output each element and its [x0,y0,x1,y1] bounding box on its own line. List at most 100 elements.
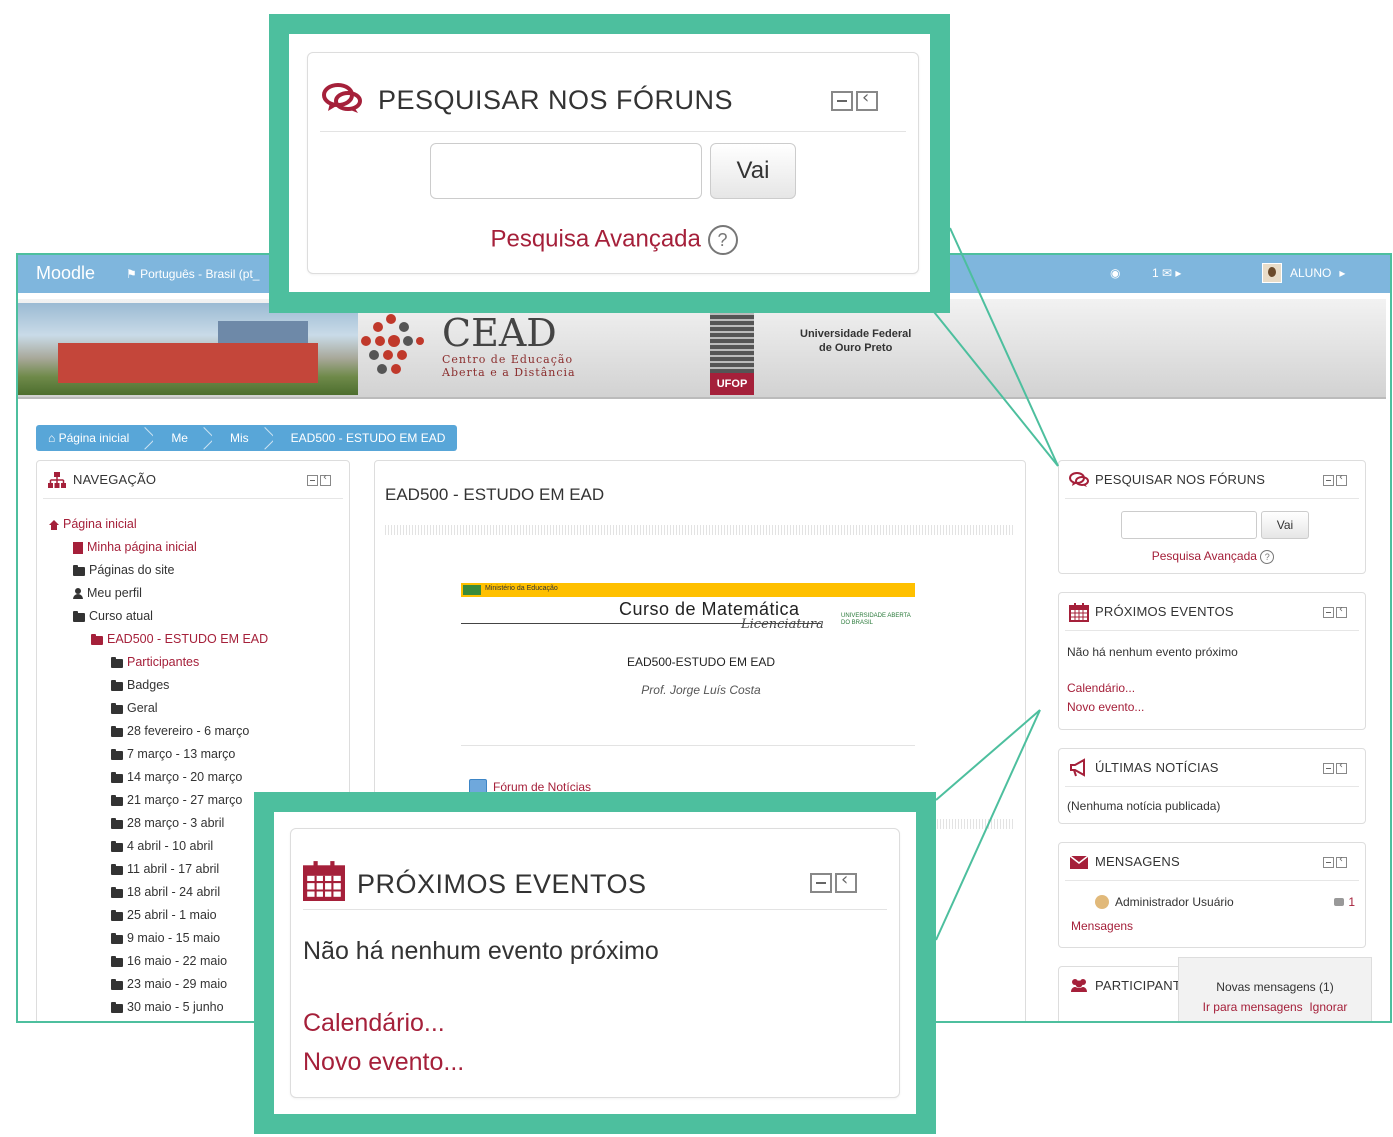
nav-item-week[interactable]: 11 abril - 17 abril [49,858,268,881]
user-name: ALUNO [1290,266,1332,280]
dock-icon[interactable] [1336,854,1347,868]
collapse-icon[interactable] [1323,475,1334,486]
advanced-search[interactable]: Pesquisa Avançada ? [308,225,920,255]
search-forums-block: PESQUISAR NOS FÓRUNS Vai Pesquisa Avança… [1058,460,1366,574]
search-go-button[interactable]: Vai [710,143,796,199]
new-messages-text: Novas mensagens (1) [1216,980,1334,994]
nav-item-badges[interactable]: Badges [49,674,268,697]
site-banner: CEAD Centro de Educação Aberta e a Distân… [18,299,1386,399]
nav-item-week[interactable]: 7 março - 13 março [49,743,268,766]
language-menu[interactable]: ⚑ Português - Brasil (pt_ [126,267,259,281]
course-logo: Ministério da Educação Curso de Matemáti… [461,583,915,639]
nav-item-current-course[interactable]: Curso atual [49,605,268,628]
search-input[interactable] [1121,511,1257,539]
breadcrumb: ⌂ Página inicial Me Mis EAD500 - ESTUDO … [36,425,458,451]
dock-icon[interactable] [320,472,331,486]
new-event-link[interactable]: Novo evento... [303,1048,464,1077]
breadcrumb-course[interactable]: EAD500 - ESTUDO EM EAD [272,425,458,451]
nav-item-week[interactable]: 28 fevereiro - 6 março [49,720,268,743]
nav-item-my-home[interactable]: Minha página inicial [49,536,268,559]
advanced-search[interactable]: Pesquisa Avançada ? [1059,549,1367,564]
nav-item-home[interactable]: Página inicial [49,513,268,536]
folder-icon [111,817,123,829]
unread-count: 1 [1348,895,1355,909]
dock-icon[interactable] [1336,472,1347,486]
nav-item-week[interactable]: 16 maio - 22 maio [49,950,268,973]
dock-icon[interactable] [1336,604,1347,618]
help-icon[interactable]: ? [1260,549,1275,564]
course-code: EAD500-ESTUDO EM EAD [626,655,776,669]
nav-item-week[interactable]: 9 maio - 15 maio [49,927,268,950]
events-title: PRÓXIMOS EVENTOS [357,869,647,899]
course-professor: Prof. Jorge Luís Costa [641,683,761,697]
collapse-icon[interactable] [307,475,318,486]
collapse-icon[interactable] [831,91,853,111]
search-go-button[interactable]: Vai [1261,511,1309,539]
messages-link[interactable]: Mensagens [1071,919,1133,933]
messages-menu[interactable]: 1 ✉ ▸ [1152,266,1181,280]
messages-title: MENSAGENS [1095,854,1180,869]
cead-subtitle: Centro de Educação Aberta e a Distância [442,353,576,379]
dock-icon[interactable] [1336,760,1347,774]
nav-item-week[interactable]: 30 maio - 5 junho [49,996,268,1019]
ufop-logo: UFOP [710,305,754,399]
folder-icon [111,771,123,783]
dock-icon[interactable] [856,87,878,111]
nav-item-geral[interactable]: Geral [49,697,268,720]
nav-item-week[interactable]: 14 março - 20 março [49,766,268,789]
folder-icon [111,932,123,944]
breadcrumb-home[interactable]: ⌂ Página inicial [36,425,144,451]
nav-item-week[interactable]: 23 maio - 29 maio [49,973,268,996]
collapse-icon[interactable] [1323,857,1334,868]
folder-icon [111,748,123,760]
folder-open-icon [73,610,85,622]
folder-icon [111,1001,123,1013]
avatar [1095,895,1109,909]
messages-count: 1 [1152,266,1159,280]
nav-item-site-pages[interactable]: Páginas do site [49,559,268,582]
message-contact[interactable]: Administrador Usuário 1 [1095,895,1355,909]
search-input[interactable] [430,143,702,199]
user-icon [73,588,83,599]
nav-item-participants[interactable]: Participantes [49,651,268,674]
dock-icon[interactable] [835,869,857,893]
zoom-search-forums: PESQUISAR NOS FÓRUNS Vai Pesquisa Avança… [269,14,950,313]
ignore-link[interactable]: Ignorar [1309,1000,1347,1014]
moodle-brand-link[interactable]: Moodle [36,263,95,284]
latest-news-block: ÚLTIMAS NOTÍCIAS (Nenhuma notícia public… [1058,748,1366,824]
folder-icon [111,679,123,691]
zoom-upcoming-events: PRÓXIMOS EVENTOS Não há nenhum evento pr… [254,792,936,1134]
nav-item-week[interactable]: 25 abril - 1 maio [49,904,268,927]
help-icon[interactable]: ? [707,225,738,255]
new-messages-popup: Novas mensagens (1) Ir para mensagens Ig… [1178,957,1372,1021]
nav-item-week[interactable]: 18 abril - 24 abril [49,881,268,904]
collapse-icon[interactable] [1323,607,1334,618]
nav-item-profile[interactable]: Meu perfil [49,582,268,605]
user-menu[interactable]: ALUNO ▸ [1262,263,1345,283]
nav-item-week[interactable]: 4 abril - 10 abril [49,835,268,858]
comments-icon [322,83,362,113]
calendar-link[interactable]: Calendário... [303,1009,445,1038]
nav-item-week[interactable]: 28 março - 3 abril [49,812,268,835]
notification-icon[interactable]: ◉ [1110,266,1120,280]
new-event-link[interactable]: Novo evento... [1067,700,1144,714]
university-name: Universidade Federal de Ouro Preto [800,328,912,354]
nav-item-course[interactable]: EAD500 - ESTUDO EM EAD [49,628,268,651]
cead-logo-dots-icon [361,314,424,374]
envelope-icon [1069,855,1089,869]
nav-item-week[interactable]: 21 março - 27 março [49,789,268,812]
folder-icon [111,656,123,668]
search-title: PESQUISAR NOS FÓRUNS [378,85,734,115]
collapse-icon[interactable] [1323,763,1334,774]
folder-icon [111,840,123,852]
page-icon [73,541,83,554]
go-to-messages-link[interactable]: Ir para mensagens [1203,1000,1303,1014]
no-events-text: Não há nenhum evento próximo [1067,645,1238,659]
no-news-text: (Nenhuma notícia publicada) [1067,799,1221,813]
megaphone-icon [1070,758,1085,777]
sitemap-icon [48,472,66,488]
collapse-icon[interactable] [810,873,832,893]
folder-icon [111,978,123,990]
folder-open-icon [91,633,103,645]
calendar-link[interactable]: Calendário... [1067,681,1135,695]
